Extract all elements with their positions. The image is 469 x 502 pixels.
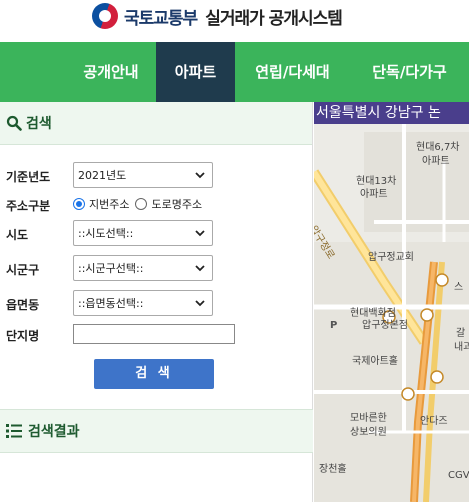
sigungu-select-value: ::시군구선택::	[78, 262, 144, 275]
map-label: 내과	[454, 342, 469, 353]
site-header: 국토교통부 실거래가 공개시스템	[0, 0, 469, 42]
search-panel: 검색 기준년도 2021년도 주소구분 지번주소 도로명주소 시도 ::시도선택…	[0, 102, 313, 502]
complex-name-label: 단지명	[6, 329, 40, 343]
radio-road-label: 도로명주소	[151, 198, 203, 211]
eupmyeondong-label: 읍면동	[6, 298, 40, 312]
map-address-banner: 서울특별시 강남구 논	[314, 102, 469, 124]
complex-name-input[interactable]	[73, 324, 235, 344]
search-icon	[6, 115, 22, 131]
sigungu-select[interactable]: ::시군구선택::	[73, 255, 213, 281]
tab-apartment[interactable]: 아파트	[156, 42, 235, 102]
sido-label: 시도	[6, 228, 29, 242]
address-type-radios: 지번주소 도로명주소	[73, 196, 208, 212]
taegeuk-emblem-icon	[92, 3, 118, 29]
sido-select-value: ::시도선택::	[78, 227, 134, 240]
radio-road[interactable]	[135, 198, 148, 210]
map-label: 모바른한	[350, 413, 387, 424]
tab-disclosure-guide[interactable]: 공개안내	[66, 42, 156, 102]
results-header: 검색결과	[0, 409, 313, 453]
list-icon	[6, 424, 22, 438]
main-nav: 공개안내 아파트 연립/다세대 단독/다가구	[0, 42, 469, 102]
map-label: 현대6,7차	[416, 142, 460, 153]
search-title: 검색	[26, 116, 52, 132]
search-header: 검색	[0, 102, 312, 145]
map-label: 장천홀	[319, 464, 347, 475]
map-label: CGV	[448, 470, 469, 481]
map-label: 스	[454, 282, 464, 293]
chevron-down-icon	[195, 300, 205, 307]
year-select[interactable]: 2021년도	[73, 162, 213, 188]
chevron-down-icon	[195, 230, 205, 237]
eupmyeondong-select[interactable]: ::읍면동선택::	[73, 290, 213, 316]
ministry-name: 국토교통부	[124, 8, 198, 29]
chevron-down-icon	[195, 172, 205, 179]
map-label: 갈	[456, 328, 466, 339]
sido-select[interactable]: ::시도선택::	[73, 220, 213, 246]
radio-jibun-label: 지번주소	[89, 198, 130, 211]
map-label: 아파트	[360, 189, 388, 200]
results-title: 검색결과	[28, 424, 80, 440]
sigungu-label: 시군구	[6, 263, 40, 277]
map-label: 상보의원	[350, 427, 387, 438]
chevron-down-icon	[195, 265, 205, 272]
map-label: 안다즈	[420, 416, 448, 427]
map-label: 압구정본점	[362, 320, 408, 331]
address-type-label: 주소구분	[6, 199, 51, 213]
year-label: 기준년도	[6, 170, 51, 184]
radio-jibun[interactable]	[73, 198, 85, 210]
year-select-value: 2021년도	[78, 169, 127, 182]
search-button[interactable]: 검 색	[94, 359, 214, 389]
eupmyeondong-select-value: ::읍면동선택::	[78, 297, 144, 310]
map-view[interactable]: 서울특별시 강남구 논 현대6,7차 아파트 현대13차 아파트 압구정교회 현…	[314, 102, 469, 502]
system-title: 실거래가 공개시스템	[205, 8, 343, 29]
map-label: 국제아트홀	[352, 356, 398, 367]
tab-row-house[interactable]: 연립/다세대	[235, 42, 350, 102]
map-label: 압구정교회	[368, 252, 414, 263]
parking-icon: P	[330, 320, 338, 331]
brand-logo[interactable]: 국토교통부 실거래가 공개시스템	[92, 2, 343, 30]
tab-detached-house[interactable]: 단독/다가구	[350, 42, 469, 102]
map-label: 아파트	[422, 156, 450, 167]
